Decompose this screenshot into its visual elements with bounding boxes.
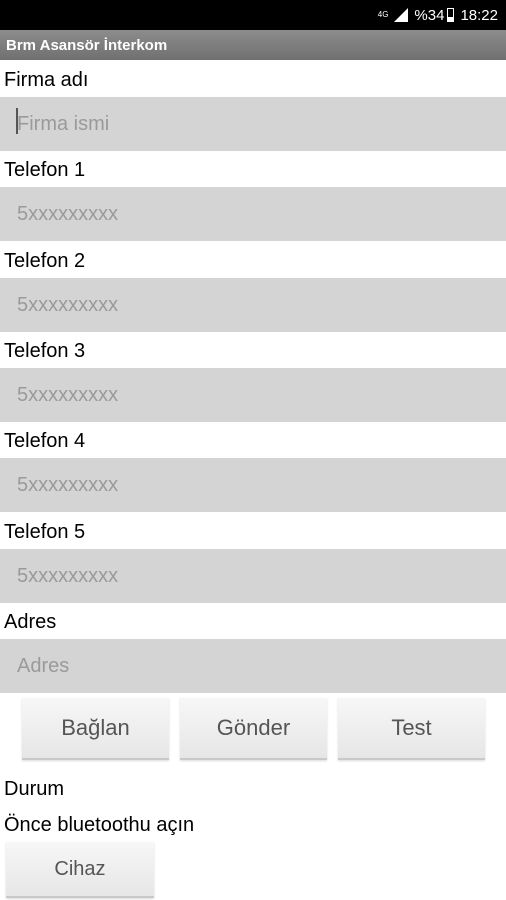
phone-3-input[interactable] [0,368,506,422]
phone-5-label: Telefon 5 [4,521,86,543]
phone-2-input[interactable] [0,278,506,332]
send-button[interactable]: Gönder [180,698,327,760]
battery-percent: %34 [414,6,445,24]
phone-4-input[interactable] [0,458,506,512]
company-name-label: Firma adı [4,69,89,91]
phone-1-label: Telefon 1 [4,159,86,181]
signal-icon [394,8,409,22]
status-heading: Durum [4,778,65,800]
company-name-input[interactable] [0,97,506,151]
address-label: Adres [4,611,57,633]
phone-3-label: Telefon 3 [4,340,86,362]
address-input[interactable] [0,639,506,693]
app-title: Brm Asansör İnterkom [6,36,168,54]
text-cursor [16,108,18,134]
phone-2-label: Telefon 2 [4,250,86,272]
connect-button[interactable]: Bağlan [22,698,169,760]
status-message: Önce bluetoothu açın [4,814,195,836]
phone-4-label: Telefon 4 [4,430,86,452]
app-bar: Brm Asansör İnterkom [0,30,506,60]
device-button[interactable]: Cihaz [6,842,154,898]
phone-1-input[interactable] [0,187,506,241]
test-button[interactable]: Test [338,698,485,760]
battery-icon [447,8,455,22]
network-type-icon: 4G [377,10,389,19]
clock: 18:22 [460,6,498,24]
status-bar: 4G %34 18:22 [0,0,506,30]
phone-5-input[interactable] [0,549,506,603]
